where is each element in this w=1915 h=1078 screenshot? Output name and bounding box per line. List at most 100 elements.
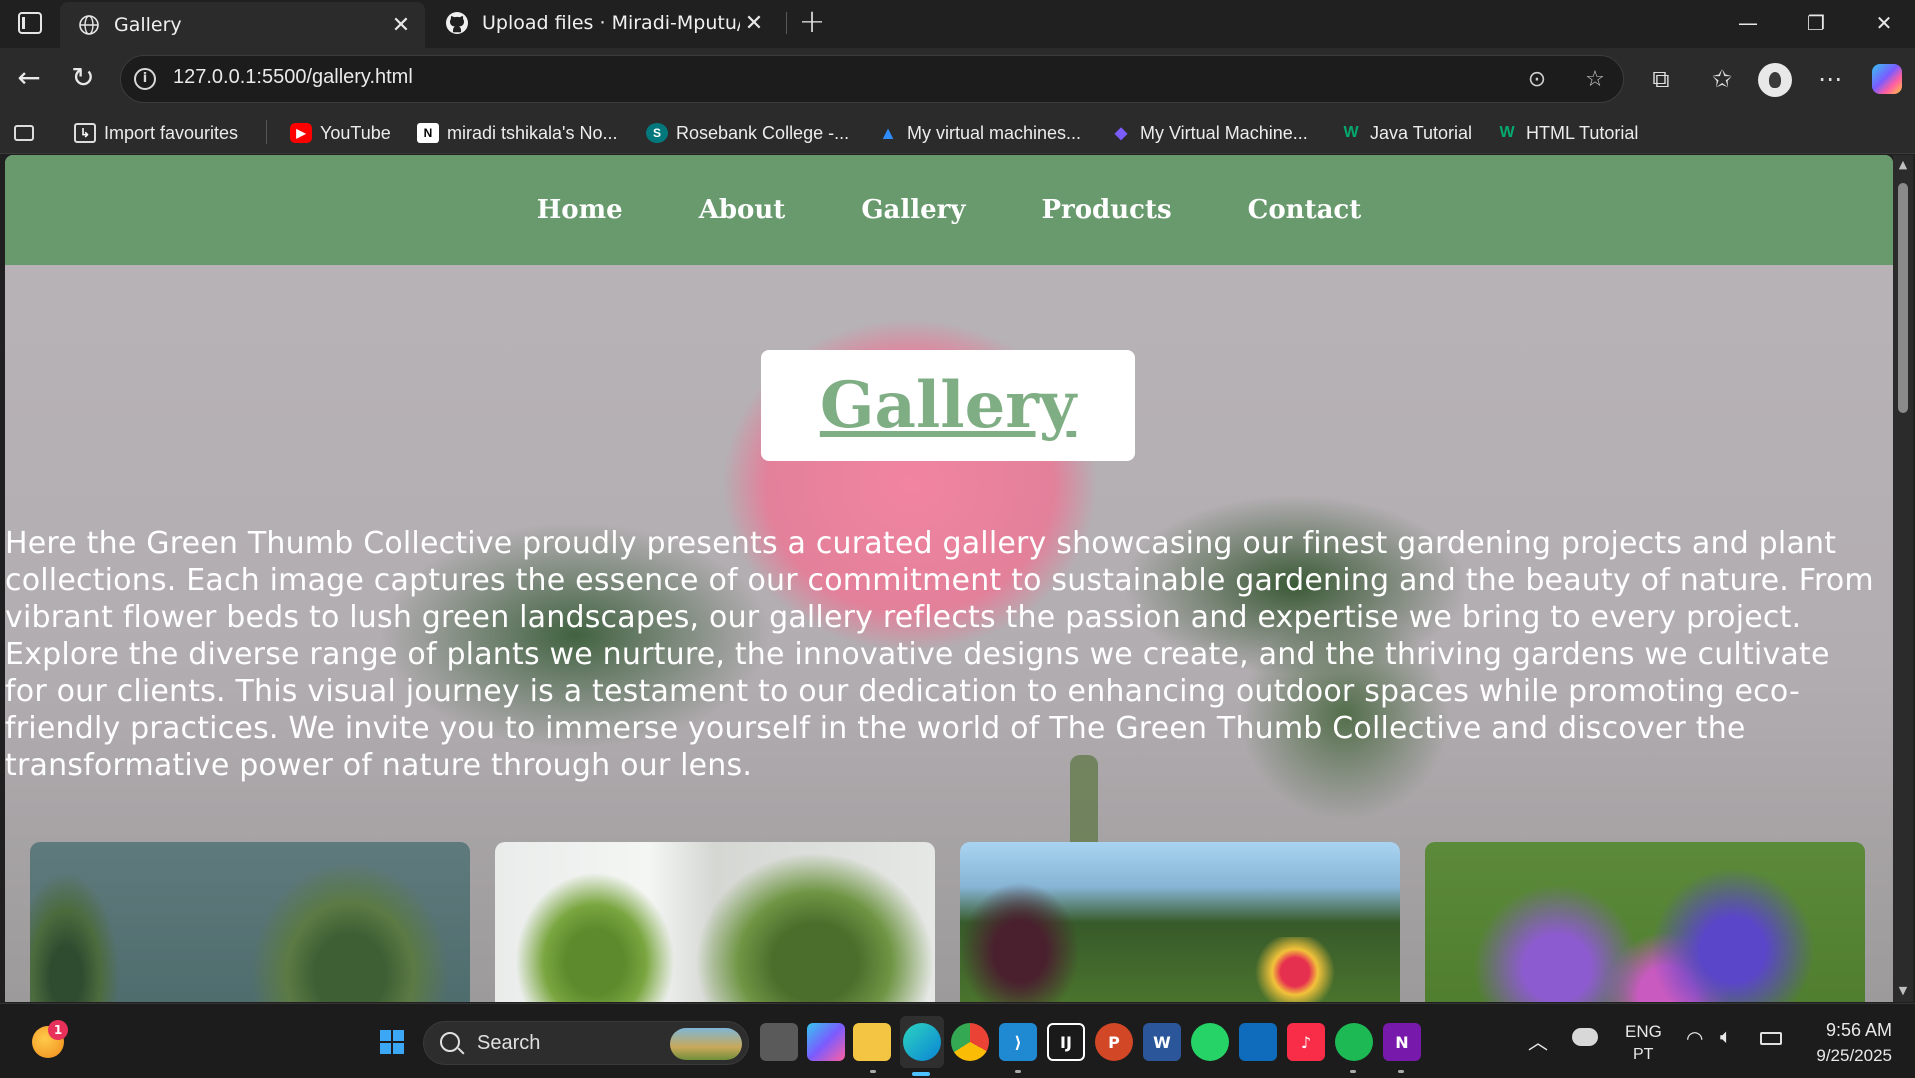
whatsapp-icon[interactable] — [1191, 1023, 1229, 1061]
music-icon[interactable]: ♪ — [1287, 1023, 1325, 1061]
page-title: Gallery — [819, 368, 1077, 443]
close-tab-icon[interactable]: ✕ — [387, 11, 415, 39]
battery-icon[interactable] — [1760, 1032, 1782, 1045]
back-icon[interactable]: ← — [12, 62, 46, 96]
wifi-icon[interactable]: ◠ — [1686, 1026, 1703, 1051]
globe-icon — [76, 12, 102, 38]
extensions-icon[interactable]: ⧉ — [1644, 62, 1678, 96]
azure-icon: ▲ — [879, 122, 897, 143]
language-code[interactable]: ENG — [1625, 1022, 1662, 1042]
search-icon — [440, 1032, 460, 1052]
gallery-image-indoor-plants[interactable] — [30, 842, 470, 1002]
scroll-down-icon[interactable]: ▼ — [1897, 985, 1909, 997]
clock-time[interactable]: 9:56 AM — [1824, 1020, 1892, 1041]
nav-contact[interactable]: Contact — [1248, 195, 1362, 225]
tab-gallery[interactable]: Gallery ✕ — [60, 2, 425, 48]
word-icon[interactable]: W — [1143, 1023, 1181, 1061]
powerpoint-icon[interactable]: P — [1095, 1023, 1133, 1061]
bookmark-java-tutorial[interactable]: W Java Tutorial — [1340, 120, 1472, 146]
url-text[interactable]: 127.0.0.1:5500/gallery.html — [173, 66, 413, 89]
store-icon[interactable] — [1239, 1023, 1277, 1061]
scroll-up-icon[interactable]: ▲ — [1897, 159, 1909, 171]
sharepoint-icon: S — [646, 123, 668, 143]
page-viewport: Home About Gallery Products Contact Gall… — [5, 155, 1893, 1002]
minimize-icon[interactable]: — — [1715, 0, 1781, 46]
refresh-icon[interactable]: ↻ — [66, 62, 100, 96]
clock-date[interactable]: 9/25/2025 — [1800, 1046, 1892, 1066]
reading-mode-icon[interactable] — [14, 120, 42, 146]
tab-actions-icon[interactable] — [18, 12, 42, 34]
active-app-indicator — [912, 1072, 930, 1076]
scrollbar-thumb[interactable] — [1898, 183, 1908, 413]
notification-badge: 1 — [48, 1020, 68, 1040]
bookmark-notion[interactable]: Nmiradi tshikala's No... — [417, 120, 618, 146]
vscode-icon[interactable]: ⟩ — [999, 1023, 1037, 1061]
favorites-icon[interactable]: ✩ — [1705, 62, 1739, 96]
nav-about[interactable]: About — [699, 195, 786, 225]
chrome-icon[interactable] — [951, 1023, 989, 1061]
running-indicator — [1398, 1070, 1404, 1073]
bookmark-separator — [266, 120, 267, 144]
windows-taskbar: 1 Search ⟩ IJ P W ♪ N ︿ ENG PT ◠ 🔈︎ 9:56… — [0, 1003, 1915, 1078]
youtube-icon: ▶ — [290, 123, 312, 143]
nav-home[interactable]: Home — [537, 195, 623, 225]
nav-gallery[interactable]: Gallery — [861, 195, 965, 225]
tab-separator — [786, 12, 787, 34]
browser-tab-bar: Gallery ✕ Upload files · Miradi-Mputu/WE… — [0, 0, 1915, 48]
intellij-icon[interactable]: IJ — [1047, 1023, 1085, 1061]
favorite-star-icon[interactable]: ☆ — [1581, 66, 1609, 94]
tab-title: Upload files · Miradi-Mputu/WEBD — [482, 12, 740, 34]
volume-icon[interactable]: 🔈︎ — [1720, 1026, 1732, 1049]
site-navigation: Home About Gallery Products Contact — [5, 155, 1893, 265]
gallery-intro-text: Here the Green Thumb Collective proudly … — [5, 526, 1874, 783]
nav-products[interactable]: Products — [1041, 195, 1171, 225]
bookmark-label: YouTube — [320, 122, 391, 143]
bookmark-import-favourites[interactable]: ↳ Import favourites — [74, 120, 238, 146]
search-highlight-image — [670, 1028, 742, 1060]
bookmark-virtual-machines[interactable]: ▲ My virtual machines... — [877, 120, 1081, 146]
start-icon[interactable] — [380, 1030, 404, 1054]
onedrive-icon[interactable] — [1572, 1028, 1598, 1046]
more-options-icon[interactable]: ⋯ — [1813, 62, 1847, 96]
site-info-icon[interactable]: i — [134, 68, 156, 90]
copilot-app-icon[interactable] — [807, 1023, 845, 1061]
page-scrollbar[interactable]: ▲ ▼ — [1893, 155, 1913, 1002]
notion-icon: N — [417, 123, 439, 143]
close-tab-icon[interactable]: ✕ — [740, 9, 768, 37]
file-explorer-icon[interactable] — [853, 1023, 891, 1061]
address-bar[interactable]: i 127.0.0.1:5500/gallery.html ⊙ ☆ — [120, 55, 1624, 103]
show-hidden-icons-icon[interactable]: ︿ — [1528, 1026, 1548, 1055]
gallery-image-window-plants[interactable] — [495, 842, 935, 1002]
browser-toolbar: ← ↻ i 127.0.0.1:5500/gallery.html ⊙ ☆ ⧉ … — [0, 48, 1915, 112]
bookmark-label: Java Tutorial — [1370, 122, 1473, 143]
bookmark-html-tutorial[interactable]: W HTML Tutorial — [1496, 120, 1638, 146]
github-icon — [444, 10, 470, 36]
close-window-icon[interactable]: ✕ — [1851, 0, 1915, 46]
copilot-icon[interactable] — [1872, 64, 1902, 94]
tab-title: Gallery — [114, 14, 182, 36]
profile-avatar[interactable] — [1758, 63, 1792, 97]
gallery-image-garden-landscape[interactable] — [960, 842, 1400, 1002]
search-label: Search — [477, 1032, 541, 1054]
bookmark-virtual-machine[interactable]: ◆ My Virtual Machine... — [1110, 120, 1308, 146]
spotify-icon[interactable] — [1335, 1023, 1373, 1061]
bookmark-youtube[interactable]: ▶ YouTube — [290, 120, 391, 146]
bookmark-label: HTML Tutorial — [1526, 122, 1639, 143]
task-view-icon[interactable] — [760, 1023, 798, 1061]
read-aloud-icon[interactable]: ⊙ — [1523, 66, 1551, 94]
restore-icon[interactable]: ❐ — [1783, 0, 1849, 46]
bookmark-label: My virtual machines... — [907, 122, 1082, 143]
edge-icon[interactable] — [903, 1023, 941, 1061]
tab-upload-files[interactable]: Upload files · Miradi-Mputu/WEBD ✕ — [428, 0, 778, 46]
bookmark-label: Rosebank College -... — [676, 122, 850, 143]
onenote-icon[interactable]: N — [1383, 1023, 1421, 1061]
azure-labs-icon: ◆ — [1114, 125, 1128, 142]
new-tab-icon[interactable]: + — [796, 5, 828, 38]
bookmark-rosebank[interactable]: S Rosebank College -... — [646, 120, 849, 146]
running-indicator — [1350, 1070, 1356, 1073]
page-title-box: Gallery — [761, 350, 1135, 461]
language-sub[interactable]: PT — [1633, 1046, 1653, 1064]
gallery-image-flower-bed[interactable] — [1425, 842, 1865, 1002]
taskbar-search[interactable]: Search — [423, 1021, 749, 1065]
bookmark-label: My Virtual Machine... — [1140, 122, 1308, 143]
